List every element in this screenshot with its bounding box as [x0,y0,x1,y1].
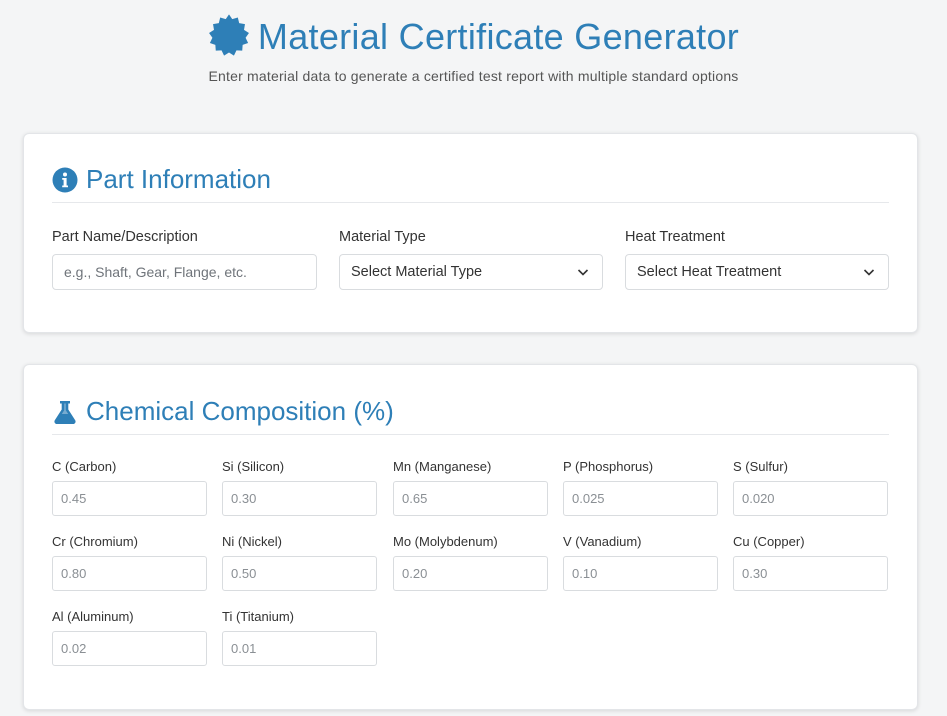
element-label-v: V (Vanadium) [563,534,642,549]
element-label-al: Al (Aluminum) [52,609,134,624]
element-label-cu: Cu (Copper) [733,534,805,549]
element-input-ni[interactable] [222,556,377,591]
part-name-label: Part Name/Description [52,229,198,245]
info-circle-icon [52,167,78,193]
element-input-p[interactable] [563,481,718,516]
element-input-cr[interactable] [52,556,207,591]
material-type-select[interactable]: Select Material Type [339,254,603,290]
heat-treatment-select[interactable]: Select Heat Treatment [625,254,889,290]
element-input-ti[interactable] [222,631,377,666]
material-type-selected: Select Material Type [351,264,483,280]
element-input-c[interactable] [52,481,207,516]
part-information-heading: Part Information [52,164,271,195]
material-type-label: Material Type [339,229,426,245]
element-label-cr: Cr (Chromium) [52,534,138,549]
divider [52,202,889,203]
chemical-composition-title: Chemical Composition (%) [86,396,394,426]
element-input-mo[interactable] [393,556,548,591]
element-label-mo: Mo (Molybdenum) [393,534,498,549]
element-input-mn[interactable] [393,481,548,516]
chemical-composition-heading: Chemical Composition (%) [52,396,394,427]
part-information-card: Part Information Part Name/Description M… [23,133,918,333]
heat-treatment-selected: Select Heat Treatment [637,264,782,280]
chevron-down-icon [862,265,876,279]
page-header: Material Certificate Generator Enter mat… [0,13,947,84]
element-label-ti: Ti (Titanium) [222,609,294,624]
chemical-composition-card: Chemical Composition (%) C (Carbon) Si (… [23,364,918,710]
element-input-si[interactable] [222,481,377,516]
flask-icon [52,399,78,425]
element-input-cu[interactable] [733,556,888,591]
part-information-title: Part Information [86,164,271,194]
element-label-p: P (Phosphorus) [563,459,654,474]
element-label-mn: Mn (Manganese) [393,459,492,474]
page-title: Material Certificate Generator [257,16,740,57]
page: Material Certificate Generator Enter mat… [0,0,947,716]
part-name-input[interactable] [52,254,317,290]
heat-treatment-label: Heat Treatment [625,229,725,245]
badge-certificate-icon [208,13,250,61]
element-label-si: Si (Silicon) [222,459,285,474]
element-label-s: S (Sulfur) [733,459,788,474]
element-input-v[interactable] [563,556,718,591]
element-input-al[interactable] [52,631,207,666]
page-subtitle: Enter material data to generate a certif… [208,68,739,84]
element-label-c: C (Carbon) [52,459,117,474]
element-label-ni: Ni (Nickel) [222,534,282,549]
chevron-down-icon [576,265,590,279]
title-row: Material Certificate Generator [0,13,947,61]
element-input-s[interactable] [733,481,888,516]
divider [52,434,889,435]
